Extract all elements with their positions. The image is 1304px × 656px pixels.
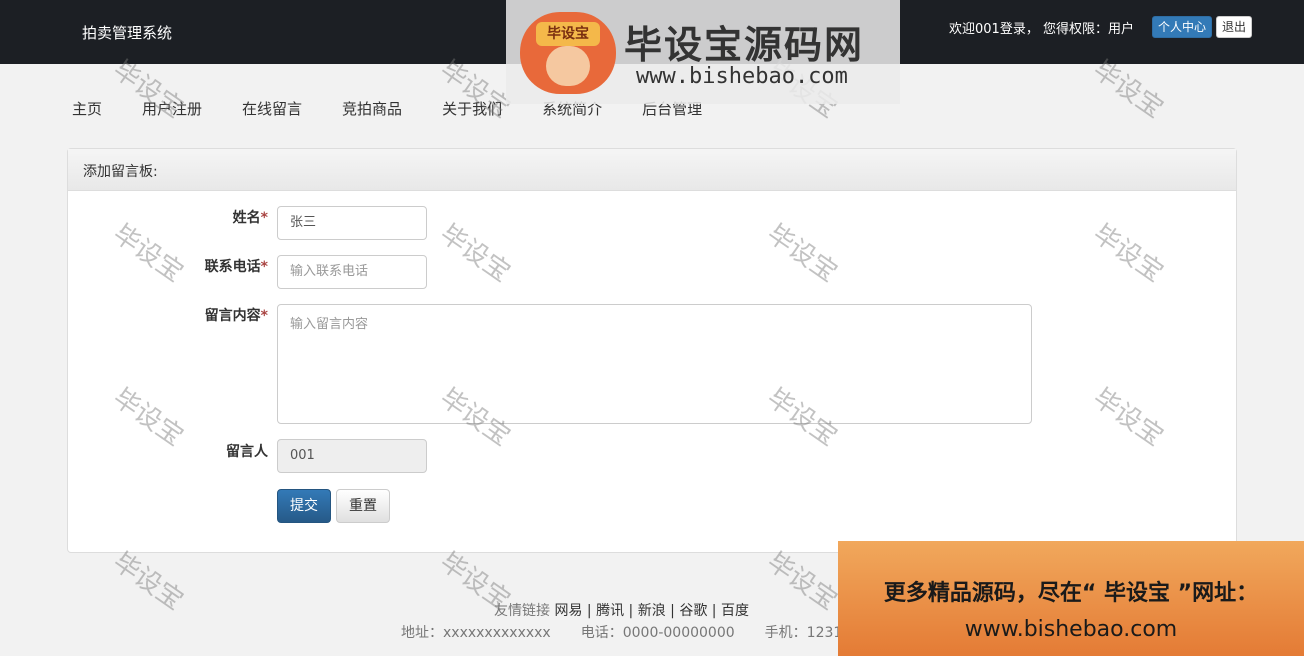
panel-title: 添加留言板: xyxy=(68,149,1236,191)
site-logo-watermark: 毕设宝 毕设宝源码网 www.bishebao.com xyxy=(506,0,900,104)
footer-link[interactable]: 百度 xyxy=(721,603,749,619)
nav-item-auction[interactable]: 竞拍商品 xyxy=(342,98,402,119)
author-input: 001 xyxy=(277,439,427,473)
footer-links: 友情链接 网易 | 腾讯 | 新浪 | 谷歌 | 百度 xyxy=(494,600,749,620)
logout-button[interactable]: 退出 xyxy=(1215,16,1252,38)
message-form-panel: 添加留言板: 姓名* 张三 联系电话* 输入联系电话 留言内容* 输入留言内容 … xyxy=(67,148,1237,553)
user-center-button[interactable]: 个人中心 xyxy=(1151,16,1212,38)
logo-url: www.bishebao.com xyxy=(636,64,848,89)
footer-phone: 电话：0000-00000000 xyxy=(580,625,735,641)
name-input[interactable]: 张三 xyxy=(277,206,427,240)
footer-contact: 地址：xxxxxxxxxxxxx 电话：0000-00000000 手机：123… xyxy=(401,622,872,642)
footer-mobile: 手机：1231 xyxy=(764,625,843,641)
mascot-face xyxy=(546,46,590,86)
submit-button[interactable]: 提交 xyxy=(277,489,331,523)
welcome-text: 欢迎001登录， 您得权限：用户 xyxy=(949,21,1134,37)
phone-input[interactable]: 输入联系电话 xyxy=(277,255,427,289)
nav-item-home[interactable]: 主页 xyxy=(72,98,102,119)
footer-link[interactable]: 网易 | xyxy=(554,603,591,619)
mascot-icon: 毕设宝 xyxy=(520,12,616,94)
promo-url: www.bishebao.com xyxy=(964,617,1178,642)
user-bar: 欢迎001登录， 您得权限：用户 个人中心 退出 xyxy=(949,16,1252,38)
content-label: 留言内容* xyxy=(204,308,268,324)
footer-link[interactable]: 腾讯 | xyxy=(596,603,633,619)
watermark-text: 毕设宝 xyxy=(761,546,843,617)
mascot-tag: 毕设宝 xyxy=(536,22,600,46)
footer-link[interactable]: 谷歌 | xyxy=(679,603,716,619)
nav-item-messages[interactable]: 在线留言 xyxy=(242,98,302,119)
name-label: 姓名* xyxy=(232,210,268,226)
app-brand[interactable]: 拍卖管理系统 xyxy=(82,22,172,43)
watermark-text: 毕设宝 xyxy=(107,546,189,617)
promo-banner: 更多精品源码，尽在“ 毕设宝 ”网址： www.bishebao.com xyxy=(838,541,1304,656)
content-textarea[interactable]: 输入留言内容 xyxy=(277,304,1032,424)
reset-button[interactable]: 重置 xyxy=(336,489,390,523)
logo-title: 毕设宝源码网 xyxy=(624,23,865,67)
promo-line1: 更多精品源码，尽在“ 毕设宝 ”网址： xyxy=(883,581,1259,606)
footer-link[interactable]: 新浪 | xyxy=(638,603,675,619)
footer-address: 地址：xxxxxxxxxxxxx xyxy=(401,625,551,641)
